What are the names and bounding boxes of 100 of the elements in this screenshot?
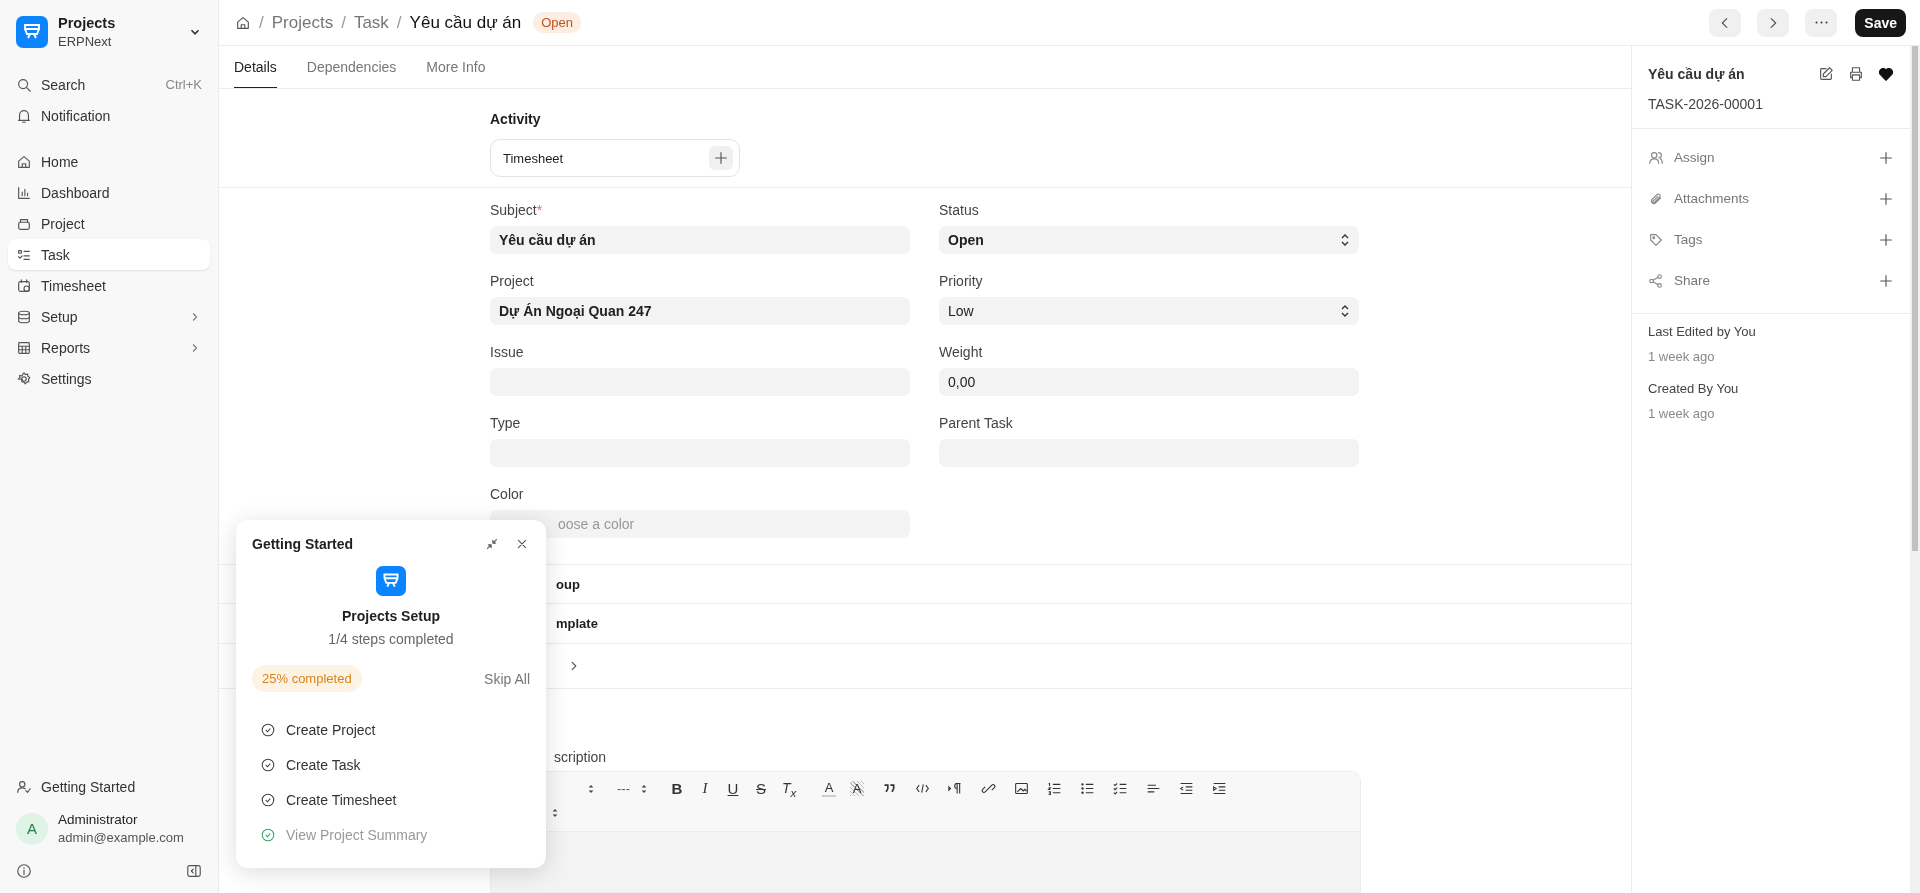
minimize-icon[interactable] xyxy=(484,536,500,552)
save-button[interactable]: Save xyxy=(1855,8,1906,37)
setup-heading: Projects Setup xyxy=(342,608,440,624)
sidebar-action[interactable]: Share xyxy=(1648,260,1894,301)
highlight-button[interactable]: A xyxy=(850,781,864,797)
database-icon xyxy=(16,308,32,325)
text-color-button[interactable]: A xyxy=(822,780,836,798)
user-avatar[interactable]: A xyxy=(16,812,48,845)
step-item[interactable]: Create Project xyxy=(252,712,530,747)
log-entry: Last Edited by You xyxy=(1648,324,1757,339)
sidebar-item[interactable]: Reports xyxy=(8,332,210,363)
format-select[interactable] xyxy=(587,783,595,795)
bar-chart-icon xyxy=(16,184,32,201)
scrollbar[interactable] xyxy=(1910,46,1920,893)
paragraph-icon[interactable] xyxy=(948,781,963,797)
search-item[interactable]: Search Ctrl+K xyxy=(8,69,210,100)
breadcrumb-link[interactable]: Projects xyxy=(271,12,334,33)
user-name: Administrator xyxy=(58,812,139,827)
plus-icon[interactable] xyxy=(1878,190,1894,207)
breadcrumb-separator: / xyxy=(396,12,402,33)
step-item[interactable]: Create Timesheet xyxy=(252,782,530,817)
ellipsis-icon xyxy=(1814,21,1828,24)
log-time: 1 week ago xyxy=(1648,349,1716,364)
section-heading: Activity xyxy=(490,111,542,127)
input-field[interactable]: oose a color xyxy=(490,510,910,538)
breadcrumb-separator: / xyxy=(341,12,346,33)
edit-icon[interactable] xyxy=(1818,66,1834,82)
sidebar-item[interactable]: Dashboard xyxy=(8,177,210,208)
getting-started-item[interactable]: Getting Started xyxy=(8,771,210,802)
completion-badge: 25% completed xyxy=(252,665,362,692)
strikethrough-button[interactable]: S xyxy=(754,780,768,798)
section-heading[interactable]: mplate xyxy=(556,615,598,631)
sidebar-toggle-icon[interactable] xyxy=(186,863,202,879)
skip-all-link[interactable]: Skip All xyxy=(484,670,530,687)
print-icon[interactable] xyxy=(1848,66,1864,82)
activity-label: Timesheet xyxy=(503,150,564,166)
plus-icon[interactable] xyxy=(1878,149,1894,166)
notification-item[interactable]: Notification xyxy=(8,100,210,131)
breadcrumb-separator: / xyxy=(259,12,264,33)
up-down-arrows-icon xyxy=(640,783,648,795)
sidebar-item[interactable]: Timesheet xyxy=(8,270,210,301)
input-field[interactable]: Yêu cầu dự án xyxy=(490,226,910,254)
sidebar-action[interactable]: Tags xyxy=(1648,219,1894,260)
grid-icon xyxy=(16,339,32,356)
info-icon[interactable] xyxy=(16,863,32,879)
checklist-icon[interactable] xyxy=(1113,781,1128,797)
shortcut-hint: Ctrl+K xyxy=(165,77,202,92)
sidebar-item[interactable]: Setup xyxy=(8,301,210,332)
sidebar-item[interactable]: Settings xyxy=(8,363,210,394)
outdent-icon[interactable] xyxy=(1179,781,1194,797)
user-email: admin@example.com xyxy=(58,830,185,845)
sidebar-item[interactable]: Project xyxy=(8,208,210,239)
section-heading[interactable]: oup xyxy=(556,576,580,592)
input-field[interactable]: Dự Án Ngoại Quan 247 xyxy=(490,297,910,325)
tab[interactable]: Details xyxy=(234,46,277,88)
app-title: Projects xyxy=(58,15,117,31)
tab[interactable]: More Info xyxy=(426,46,486,88)
bullet-list-icon[interactable] xyxy=(1080,781,1095,797)
add-button[interactable] xyxy=(709,146,733,170)
status-badge: Open xyxy=(533,12,581,33)
underline-button[interactable]: U xyxy=(726,780,740,798)
indent-icon[interactable] xyxy=(1212,781,1227,797)
input-field[interactable]: 0,00 xyxy=(939,368,1359,396)
share-icon xyxy=(1648,272,1664,289)
up-down-arrows-icon xyxy=(551,807,559,819)
italic-button[interactable]: I xyxy=(698,780,712,798)
heart-icon[interactable] xyxy=(1878,66,1894,82)
format-select[interactable]: --- xyxy=(617,781,648,797)
steps-count: 1/4 steps completed xyxy=(328,631,454,647)
calendar-clock-icon xyxy=(16,277,32,294)
tab[interactable]: Dependencies xyxy=(306,46,397,88)
field-label: Parent Task xyxy=(939,415,1013,431)
sidebar-item[interactable]: Task xyxy=(8,239,210,270)
sidebar-action[interactable]: Assign xyxy=(1648,137,1894,178)
user-check-icon xyxy=(16,778,32,795)
field-label: Status xyxy=(939,202,979,218)
numbered-list-icon[interactable] xyxy=(1047,781,1062,797)
log-entry: Created By You xyxy=(1648,381,1740,396)
tag-icon xyxy=(1648,231,1664,248)
breadcrumb-link[interactable]: Task xyxy=(353,12,389,33)
image-icon[interactable] xyxy=(1014,781,1029,797)
clear-format-button[interactable]: T$_{x}$ xyxy=(782,779,796,799)
search-icon xyxy=(16,76,32,93)
plus-icon[interactable] xyxy=(1878,272,1894,289)
field-label: Weight xyxy=(939,344,983,360)
plus-icon[interactable] xyxy=(1878,231,1894,248)
step-item[interactable]: Create Task xyxy=(252,747,530,782)
log-time: 1 week ago xyxy=(1648,406,1716,421)
select-field[interactable]: Open xyxy=(939,226,1359,254)
sidebar-action[interactable]: Attachments xyxy=(1648,178,1894,219)
select-field[interactable]: Low xyxy=(939,297,1359,325)
field-label: Priority xyxy=(939,273,983,289)
up-down-arrows-icon xyxy=(587,783,595,795)
bold-button[interactable]: B xyxy=(670,780,684,798)
popup-title: Getting Started xyxy=(252,536,355,552)
field-label: Issue xyxy=(490,344,524,360)
sidebar-item[interactable]: Home xyxy=(8,146,210,177)
settings-icon xyxy=(16,370,32,387)
home-icon[interactable] xyxy=(235,14,251,31)
plus-icon xyxy=(713,150,729,166)
